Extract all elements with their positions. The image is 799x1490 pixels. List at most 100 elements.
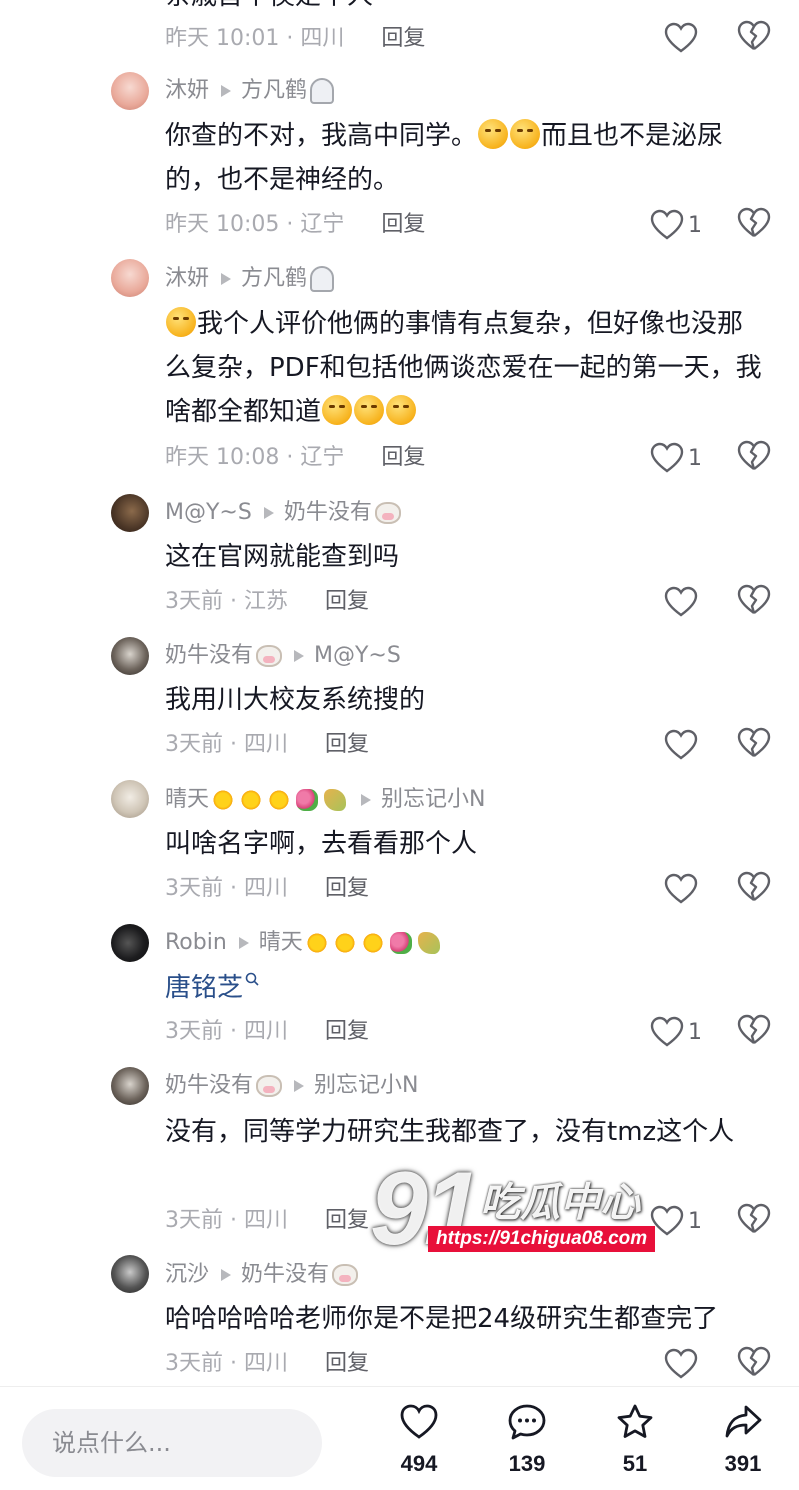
watermark-number: 91 [370, 1151, 482, 1267]
like-button[interactable] [664, 1346, 698, 1382]
comment-input-placeholder: 说点什么... [52, 1429, 171, 1457]
sun-face-emoji-icon [240, 789, 263, 811]
reply-button[interactable]: 回复 [381, 445, 425, 470]
broken-heart-icon [737, 20, 771, 50]
comment-bubble-icon [508, 1404, 546, 1440]
comment-body: 你查的不对，我高中同学。 而且也不是泌尿的，也不是神经的。 [165, 114, 765, 202]
comment-time: 3天前 · 四川 [165, 1351, 288, 1376]
bouquet-emoji-icon [389, 932, 412, 954]
reply-button[interactable]: 回复 [325, 732, 369, 757]
dislike-button[interactable] [737, 727, 771, 763]
cow-emoji-icon [332, 1264, 359, 1286]
comment-author[interactable]: 沐妍 [165, 264, 209, 294]
comment-author[interactable]: 晴天 [165, 785, 209, 815]
comment-time: 3天前 · 四川 [165, 1208, 288, 1233]
dislike-button[interactable] [737, 1203, 771, 1239]
avatar[interactable] [111, 637, 149, 675]
avatar[interactable] [111, 1255, 149, 1293]
like-button[interactable]: 1 [650, 1014, 702, 1050]
reply-to-user[interactable]: 别忘记小N [314, 1071, 418, 1101]
dislike-button[interactable] [737, 207, 771, 243]
avatar[interactable] [111, 72, 149, 110]
reply-to-user[interactable]: 方凡鹤 [241, 264, 307, 294]
dislike-button[interactable] [737, 1014, 771, 1050]
dislike-button[interactable] [737, 584, 771, 620]
comment-time: 昨天 10:05 · 辽宁 [165, 212, 345, 237]
avatar[interactable] [111, 780, 149, 818]
comment-text: 你查的不对，我高中同学。 [165, 121, 478, 151]
comment-author[interactable]: M@Y~S [165, 498, 252, 528]
comment-author-line: 奶牛没有 别忘记小N [165, 1071, 418, 1101]
reply-button[interactable]: 回复 [325, 589, 369, 614]
comment-author[interactable]: Robin [165, 928, 227, 958]
reply-button[interactable]: 回复 [325, 1019, 369, 1044]
broken-heart-icon [737, 584, 771, 614]
comment-body: 我用川大校友系统搜的 [165, 685, 426, 715]
comment-author-line: M@Y~S 奶牛没有 [165, 498, 401, 528]
reply-to-user[interactable]: 方凡鹤 [241, 76, 307, 106]
comment-input[interactable]: 说点什么... [22, 1409, 322, 1477]
comment-meta: 昨天 10:05 · 辽宁 回复 [165, 208, 425, 242]
like-post-count: 494 [400, 1451, 438, 1476]
heart-outline-icon [650, 209, 684, 240]
reply-to-user[interactable]: 奶牛没有 [241, 1260, 329, 1290]
share-button[interactable]: 391 [703, 1403, 783, 1477]
avatar[interactable] [111, 1067, 149, 1105]
wheat-emoji-icon [324, 789, 347, 811]
like-button[interactable]: 1 [650, 207, 702, 243]
reply-button[interactable]: 回复 [325, 1351, 369, 1376]
comment-author-line: 沐妍 方凡鹤 [165, 76, 335, 106]
avatar[interactable] [111, 494, 149, 532]
like-button[interactable]: 1 [650, 1203, 702, 1239]
reply-to-user[interactable]: 别忘记小N [381, 785, 485, 815]
broken-heart-icon [737, 440, 771, 470]
star-icon [617, 1404, 653, 1438]
like-count: 1 [688, 445, 702, 471]
comment-author[interactable]: 奶牛没有 [165, 1071, 253, 1101]
reply-button[interactable]: 回复 [325, 1208, 369, 1233]
reply-to-user[interactable]: 晴天 [259, 928, 303, 958]
avatar[interactable] [111, 259, 149, 297]
broken-heart-icon [737, 727, 771, 757]
smirk-emoji-icon [510, 119, 541, 149]
broken-heart-icon [737, 1203, 771, 1233]
share-arrow-icon [725, 1405, 762, 1438]
bottom-action-bar: 说点什么... 494 139 51 391 [0, 1386, 799, 1490]
comment-author[interactable]: 奶牛没有 [165, 641, 253, 671]
comment-author-line: 沉沙 奶牛没有 [165, 1260, 359, 1290]
reply-arrow-icon [263, 507, 274, 519]
heart-outline-icon [664, 1348, 698, 1379]
reply-button[interactable]: 回复 [381, 212, 425, 237]
reply-button[interactable]: 回复 [325, 876, 369, 901]
like-post-button[interactable]: 494 [379, 1403, 459, 1477]
heart-outline-icon [664, 873, 698, 904]
comments-button[interactable]: 139 [487, 1403, 567, 1477]
comment-author[interactable]: 沉沙 [165, 1260, 209, 1290]
reply-arrow-icon [238, 937, 249, 949]
reply-to-user[interactable]: M@Y~S [314, 641, 401, 671]
like-button[interactable] [664, 871, 698, 907]
dislike-button[interactable] [737, 20, 771, 56]
reply-to-user[interactable]: 奶牛没有 [284, 498, 372, 528]
comment-body: 唐铭芝 [165, 966, 765, 1010]
comment-body: 哈哈哈哈哈老师你是不是把24级研究生都查完了 [165, 1304, 719, 1334]
reply-button[interactable]: 回复 [381, 26, 425, 51]
bouquet-emoji-icon [296, 789, 319, 811]
like-button[interactable] [664, 20, 698, 56]
dislike-button[interactable] [737, 1346, 771, 1382]
avatar[interactable] [111, 924, 149, 962]
comment-meta: 3天前 · 四川 回复 [165, 1204, 369, 1238]
dislike-button[interactable] [737, 440, 771, 476]
comment-meta: 3天前 · 江苏 回复 [165, 585, 369, 619]
dislike-button[interactable] [737, 871, 771, 907]
comment-author[interactable]: 沐妍 [165, 76, 209, 106]
heart-outline-icon [664, 729, 698, 760]
favorite-button[interactable]: 51 [595, 1403, 675, 1477]
comment-meta: 3天前 · 四川 回复 [165, 1347, 369, 1381]
search-link[interactable]: 唐铭芝 [165, 973, 243, 1003]
ghost-emoji-icon [310, 78, 335, 104]
like-button[interactable] [664, 727, 698, 763]
like-button[interactable] [664, 584, 698, 620]
like-button[interactable]: 1 [650, 440, 702, 476]
comment-time: 昨天 10:01 · 四川 [165, 26, 345, 51]
